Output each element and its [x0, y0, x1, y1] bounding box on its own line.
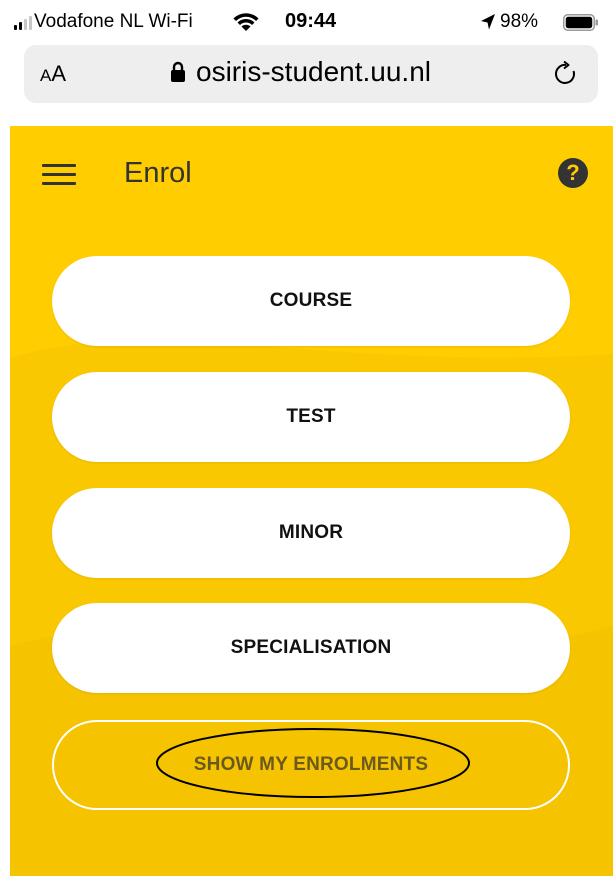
- location-arrow-icon: [481, 14, 495, 30]
- battery-percent: 98%: [500, 11, 539, 32]
- specialisation-button-label: SPECIALISATION: [230, 637, 392, 658]
- minor-button-label: MINOR: [278, 522, 344, 543]
- page-title: Enrol: [124, 157, 192, 189]
- test-button-label: TEST: [286, 406, 336, 427]
- help-icon[interactable]: ?: [558, 158, 588, 188]
- show-my-enrolments-button[interactable]: SHOW MY ENROLMENTS: [52, 720, 570, 810]
- screen: Vodafone NL Wi-Fi 09:44 98% AA osiris-st…: [0, 0, 613, 876]
- course-button-label: COURSE: [269, 290, 353, 311]
- status-bar: Vodafone NL Wi-Fi 09:44 98%: [0, 0, 613, 44]
- specialisation-button[interactable]: SPECIALISATION: [52, 603, 570, 693]
- text-size-button[interactable]: AA: [40, 61, 66, 87]
- url-text[interactable]: osiris-student.uu.nl: [196, 56, 431, 88]
- course-button[interactable]: COURSE: [52, 256, 570, 346]
- hamburger-menu-icon[interactable]: [42, 164, 76, 188]
- reload-icon[interactable]: [552, 60, 580, 88]
- lock-icon: [171, 61, 185, 82]
- battery-icon: [563, 14, 598, 31]
- show-my-enrolments-label: SHOW MY ENROLMENTS: [193, 754, 429, 775]
- wifi-icon: [233, 13, 259, 31]
- carrier-name: Vodafone NL Wi-Fi: [34, 11, 193, 32]
- minor-button[interactable]: MINOR: [52, 488, 570, 578]
- enrol-page: Enrol ? COURSE TEST MINOR SPECIALISATION…: [10, 126, 613, 876]
- signal-icon: [14, 14, 32, 30]
- address-bar[interactable]: AA osiris-student.uu.nl: [24, 45, 598, 103]
- clock: 09:44: [285, 10, 337, 32]
- test-button[interactable]: TEST: [52, 372, 570, 462]
